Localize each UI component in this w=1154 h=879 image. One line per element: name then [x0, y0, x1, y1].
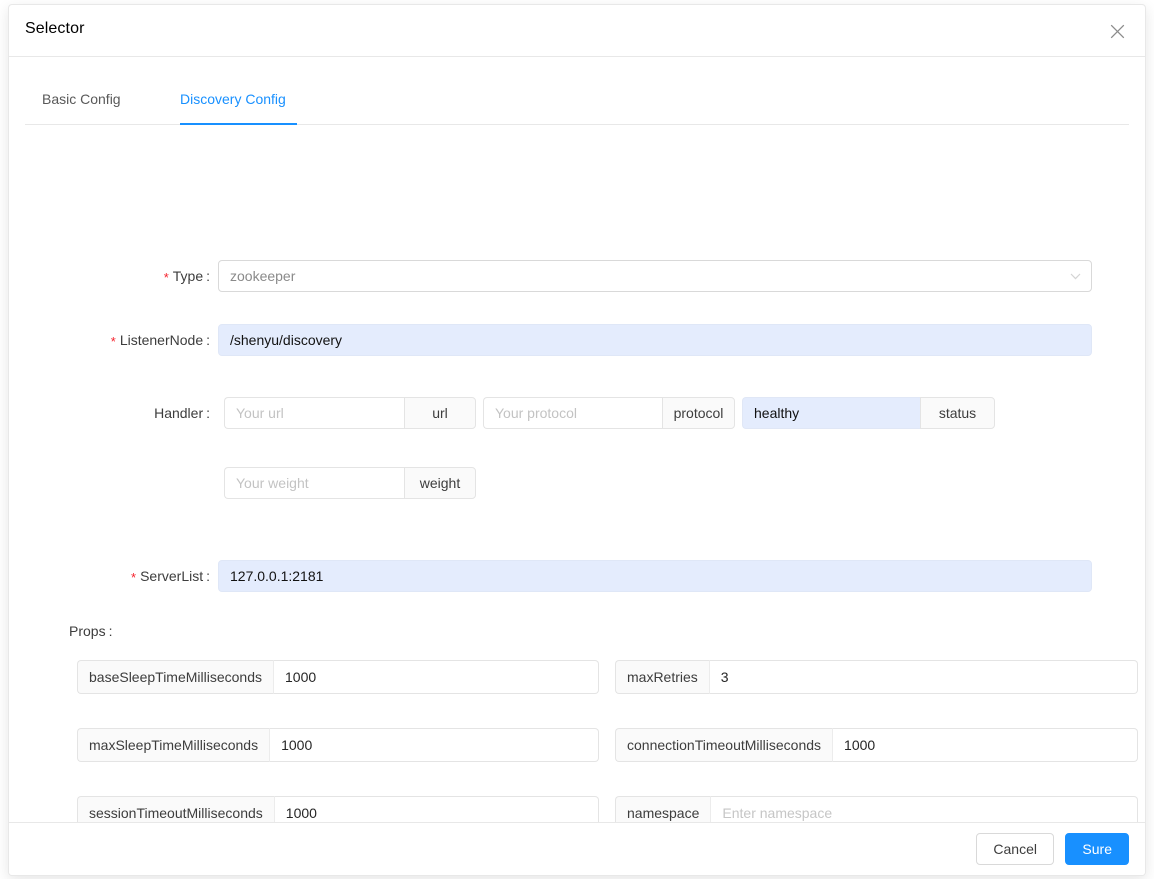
handler-url-input[interactable]: [224, 397, 404, 429]
listener-node-label-text: ListenerNode: [120, 332, 203, 348]
handler-status-group: status: [742, 397, 995, 429]
close-icon[interactable]: [1099, 13, 1135, 49]
prop-value-input[interactable]: [274, 660, 599, 694]
listener-node-input[interactable]: [218, 324, 1092, 356]
handler-status-input[interactable]: [742, 397, 920, 429]
handler-weight-addon: weight: [404, 467, 476, 499]
type-label: * Type:: [69, 260, 210, 293]
handler-protocol-group: protocol: [483, 397, 735, 429]
prop-baseSleepTimeMilliseconds: baseSleepTimeMilliseconds: [77, 660, 599, 694]
prop-maxRetries: maxRetries: [615, 660, 1138, 694]
chevron-down-icon: [1070, 261, 1081, 291]
handler-label: Handler:: [69, 397, 210, 429]
prop-value-input[interactable]: [710, 660, 1138, 694]
dialog-title: Selector: [25, 20, 85, 38]
prop-key-label: maxSleepTimeMilliseconds: [77, 728, 270, 762]
prop-key-label: maxRetries: [615, 660, 710, 694]
handler-weight-input[interactable]: [224, 467, 404, 499]
type-required-mark: *: [164, 270, 169, 285]
prop-key-label: connectionTimeoutMilliseconds: [615, 728, 833, 762]
listener-node-colon: :: [206, 332, 210, 348]
discovery-config-form: * Type: zookeeper * ListenerNode: Handler:…: [9, 125, 1145, 815]
server-list-label: * ServerList:: [69, 560, 210, 593]
server-list-label-text: ServerList: [140, 568, 203, 584]
dialog-header: Selector: [9, 5, 1145, 57]
type-select-value: zookeeper: [230, 261, 295, 291]
handler-status-addon: status: [920, 397, 995, 429]
type-label-text: Type: [173, 268, 203, 284]
handler-url-addon: url: [404, 397, 476, 429]
selector-dialog: Selector Basic Config Discovery Config *…: [8, 4, 1146, 876]
props-label-text: Props: [69, 623, 106, 639]
tab-basic-config[interactable]: Basic Config: [42, 81, 121, 124]
listener-node-required-mark: *: [111, 334, 116, 349]
handler-protocol-addon: protocol: [662, 397, 735, 429]
handler-weight-group: weight: [224, 467, 476, 499]
server-list-input[interactable]: [218, 560, 1092, 592]
props-colon: :: [109, 623, 113, 639]
prop-value-input[interactable]: [833, 728, 1138, 762]
sure-button[interactable]: Sure: [1065, 833, 1129, 865]
type-colon: :: [206, 268, 210, 284]
server-list-colon: :: [206, 568, 210, 584]
prop-key-label: baseSleepTimeMilliseconds: [77, 660, 274, 694]
server-list-required-mark: *: [131, 570, 136, 585]
prop-connectionTimeoutMilliseconds: connectionTimeoutMilliseconds: [615, 728, 1138, 762]
handler-label-text: Handler: [154, 405, 203, 421]
dialog-footer: Cancel Sure: [9, 822, 1145, 875]
type-select[interactable]: zookeeper: [218, 260, 1092, 292]
handler-url-group: url: [224, 397, 476, 429]
handler-protocol-input[interactable]: [483, 397, 662, 429]
tab-bar: Basic Config Discovery Config: [25, 81, 1129, 125]
cancel-button[interactable]: Cancel: [976, 833, 1054, 865]
listener-node-label: * ListenerNode:: [69, 324, 210, 357]
prop-value-input[interactable]: [270, 728, 599, 762]
props-label: Props:: [69, 615, 149, 647]
prop-maxSleepTimeMilliseconds: maxSleepTimeMilliseconds: [77, 728, 599, 762]
handler-colon: :: [206, 405, 210, 421]
tab-discovery-config[interactable]: Discovery Config: [180, 81, 286, 124]
